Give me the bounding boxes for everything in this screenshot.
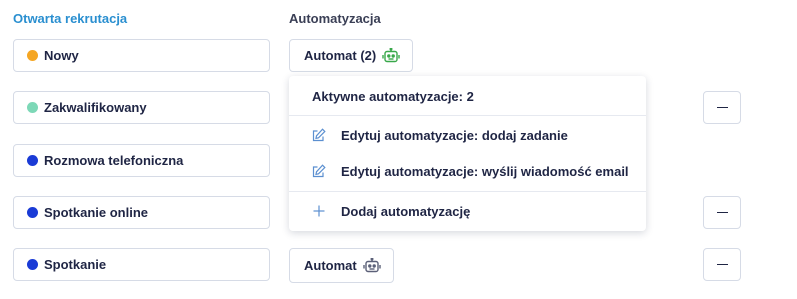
menu-item-edit-add-task[interactable]: Edytuj automatyzacje: dodaj zadanie <box>289 120 646 150</box>
automation-button-nowy[interactable]: Automat (2) <box>289 39 414 72</box>
menu-item-label: Edytuj automatyzacje: dodaj zadanie <box>341 127 568 143</box>
stage-label: Zakwalifikowany <box>44 100 147 115</box>
stage-color-dot <box>27 207 38 218</box>
stage-color-dot <box>27 50 38 61</box>
edit-icon <box>312 128 326 142</box>
menu-item-label: Edytuj automatyzacje: wyślij wiadomość e… <box>341 163 629 179</box>
stage-label: Rozmowa telefoniczna <box>44 153 184 168</box>
stage-item-nowy[interactable]: Nowy <box>13 39 270 72</box>
automation-button-label: Automat <box>304 258 357 273</box>
remove-button[interactable] <box>703 196 741 229</box>
stage-color-dot <box>27 155 38 166</box>
menu-item-edit-send-email[interactable]: Edytuj automatyzacje: wyślij wiadomość e… <box>289 156 646 186</box>
stage-label: Spotkanie online <box>44 205 149 220</box>
minus-icon <box>716 106 728 109</box>
automation-button-spotkanie[interactable]: Automat <box>289 248 394 283</box>
stage-color-dot <box>27 102 38 113</box>
stage-color-dot <box>27 259 38 270</box>
robot-icon <box>363 257 381 272</box>
column-header-recruitment: Otwarta rekrutacja <box>13 11 128 26</box>
plus-icon <box>312 204 326 218</box>
stage-label: Nowy <box>44 48 79 63</box>
column-header-automation: Automatyzacja <box>289 11 381 26</box>
stage-item-spotkanie-online[interactable]: Spotkanie online <box>13 196 270 229</box>
menu-item-add-automation[interactable]: Dodaj automatyzację <box>289 196 646 226</box>
robot-icon <box>382 47 400 62</box>
dropdown-divider <box>289 115 646 116</box>
automation-dropdown: Aktywne automatyzacje: 2 Edytuj automaty… <box>289 76 646 231</box>
stage-item-zakwalifikowany[interactable]: Zakwalifikowany <box>13 91 270 124</box>
stage-item-rozmowa-telefoniczna[interactable]: Rozmowa telefoniczna <box>13 144 270 177</box>
stage-item-spotkanie[interactable]: Spotkanie <box>13 248 270 281</box>
dropdown-title: Aktywne automatyzacje: 2 <box>312 89 474 104</box>
menu-item-label: Dodaj automatyzację <box>341 203 471 219</box>
minus-icon <box>716 211 728 214</box>
automation-button-label: Automat (2) <box>304 48 377 63</box>
remove-button[interactable] <box>703 91 741 124</box>
minus-icon <box>716 263 728 266</box>
edit-icon <box>312 164 326 178</box>
dropdown-divider <box>289 191 646 192</box>
stage-label: Spotkanie <box>44 257 107 272</box>
remove-button[interactable] <box>703 248 741 281</box>
